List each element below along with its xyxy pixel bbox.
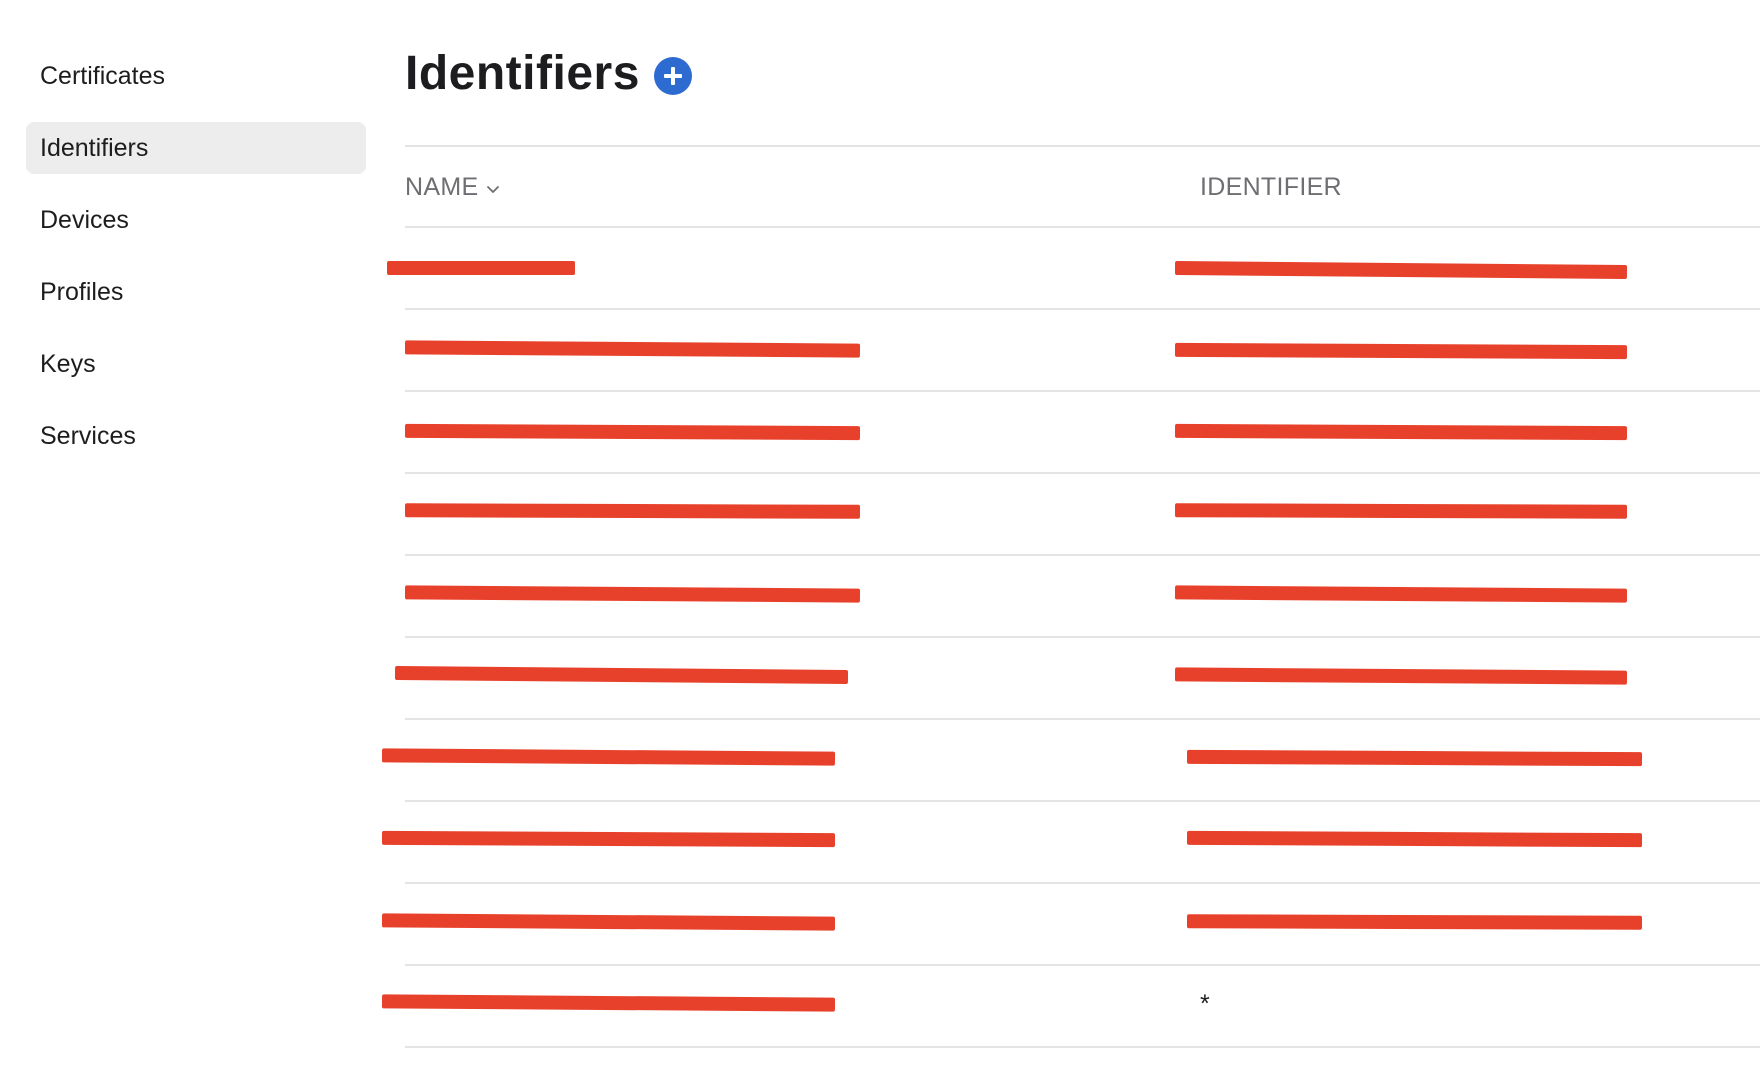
sidebar: Certificates Identifiers Devices Profile… <box>26 50 366 482</box>
sidebar-item-keys[interactable]: Keys <box>26 338 366 390</box>
redaction-mark <box>1186 749 1643 767</box>
sidebar-item-label: Keys <box>40 349 96 378</box>
redaction-mark <box>1186 914 1643 930</box>
column-header-name[interactable]: NAME <box>405 173 500 202</box>
column-header-identifier: IDENTIFIER <box>1200 173 1342 202</box>
redaction-mark <box>1174 261 1628 279</box>
redaction-mark <box>404 585 861 603</box>
redaction-mark <box>1186 830 1643 848</box>
row-identifier-cell: * <box>1200 990 1210 1018</box>
table-header: NAME IDENTIFIER <box>405 147 1760 228</box>
sidebar-item-label: Profiles <box>40 277 124 306</box>
sidebar-item-identifiers[interactable]: Identifiers <box>26 122 366 174</box>
sidebar-item-label: Services <box>40 421 136 450</box>
column-header-label: NAME <box>405 173 479 201</box>
table-row[interactable] <box>404 392 1760 474</box>
identifiers-table: NAME IDENTIFIER * <box>381 145 1760 1048</box>
chevron-down-icon <box>487 185 500 193</box>
sidebar-item-services[interactable]: Services <box>26 410 366 462</box>
sidebar-item-label: Devices <box>40 205 129 234</box>
redaction-mark <box>387 261 575 275</box>
redaction-mark <box>1174 503 1628 519</box>
page-title: Identifiers <box>405 47 640 100</box>
redaction-mark <box>1174 667 1628 685</box>
redaction-mark <box>381 748 836 766</box>
table-row[interactable] <box>404 310 1760 392</box>
sidebar-item-label: Certificates <box>40 61 166 90</box>
redaction-mark <box>404 503 861 519</box>
redaction-mark <box>1174 342 1628 360</box>
table-row[interactable] <box>381 884 1760 966</box>
sidebar-item-profiles[interactable]: Profiles <box>26 266 366 318</box>
table-row[interactable] <box>404 556 1760 638</box>
redaction-mark <box>404 340 861 358</box>
add-identifier-button[interactable] <box>653 56 692 95</box>
sidebar-item-devices[interactable]: Devices <box>26 194 366 246</box>
table-row[interactable] <box>387 228 1760 310</box>
plus-circle-icon <box>663 66 682 85</box>
table-row[interactable] <box>404 474 1760 556</box>
redaction-mark <box>394 666 849 684</box>
table-row[interactable] <box>394 638 1760 720</box>
page: Certificates Identifiers Devices Profile… <box>0 0 1760 1090</box>
sidebar-item-certificates[interactable]: Certificates <box>26 50 366 102</box>
table-row[interactable] <box>381 802 1760 884</box>
redaction-mark <box>381 830 836 848</box>
redaction-mark <box>381 994 836 1012</box>
redaction-mark <box>404 423 861 441</box>
redaction-mark <box>381 913 836 931</box>
title-row: Identifiers <box>405 46 692 101</box>
redaction-mark <box>1174 585 1628 603</box>
table-row[interactable] <box>381 720 1760 802</box>
sidebar-item-label: Identifiers <box>40 133 149 162</box>
column-header-label: IDENTIFIER <box>1200 173 1342 201</box>
table-row[interactable]: * <box>381 966 1760 1048</box>
redaction-mark <box>1174 423 1628 441</box>
